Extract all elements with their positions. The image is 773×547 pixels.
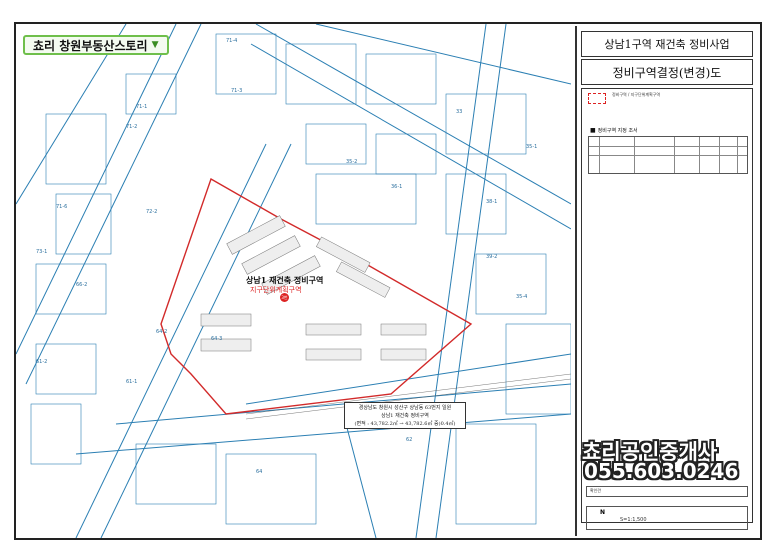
parcel-label: 71-2 — [126, 124, 138, 130]
table-row — [589, 155, 747, 156]
parcel-label: 73-1 — [36, 249, 48, 255]
parcel-label: 64-3 — [211, 336, 223, 342]
project-title: 상남1구역 재건축 정비사업 — [581, 31, 753, 57]
legend-label: 정비구역 / 지구단위계획구역 — [612, 92, 661, 97]
confirm-label: 확인란 — [590, 488, 602, 493]
promo-phone: 055.603.0246 — [584, 459, 739, 483]
table-col — [634, 137, 635, 173]
brand-badge[interactable]: 쵸리 창원부동산스토리 ▼ — [23, 35, 169, 55]
area-callout: 경상남도 창원시 성산구 상남동 63번지 일원 상남1 재건축 정비구역 (면… — [344, 402, 466, 429]
legend-swatch — [588, 93, 606, 104]
parcel-label: 36-1 — [391, 184, 403, 190]
zone-marker: 3번 — [280, 293, 289, 302]
scale-box — [586, 506, 748, 530]
table-col — [699, 137, 700, 173]
parcel-label: 61-1 — [126, 379, 138, 385]
parcel-label: 71-6 — [56, 204, 68, 210]
callout-line-2: 상남1 재건축 정비구역 — [381, 413, 429, 419]
table-col — [719, 137, 720, 173]
parcel-label: 33 — [456, 109, 463, 115]
table-row — [589, 146, 747, 147]
square-bullet-icon: ■ — [590, 127, 596, 134]
north-arrow-icon: N — [600, 509, 606, 516]
confirm-box: 확인란 — [586, 486, 748, 497]
parcel-label: 35-2 — [346, 159, 358, 165]
parcel-label: 71-3 — [231, 88, 243, 94]
section-title-text: 정비구역 지정 조서 — [597, 128, 638, 134]
parcel-label: 35-1 — [526, 144, 538, 150]
parcel-label: 64 — [256, 469, 263, 475]
table-col — [599, 137, 600, 173]
callout-line-1: 경상남도 창원시 성산구 상남동 63번지 일원 — [358, 405, 452, 411]
chevron-down-icon[interactable]: ▼ — [152, 40, 159, 50]
parcel-label: 38-1 — [486, 199, 498, 205]
brand-badge-text: 쵸리 창원부동산스토리 — [33, 38, 148, 53]
parcel-label: 71-4 — [226, 38, 238, 44]
parcel-label: 61-2 — [36, 359, 48, 365]
table-col — [674, 137, 675, 173]
parcel-label: 62 — [406, 437, 413, 443]
table-col — [737, 137, 738, 173]
parcel-label: 64-2 — [156, 329, 168, 335]
parcel-label: 71-1 — [136, 104, 148, 110]
callout-line-3: (면적 : 43,782.2㎡ → 43,782.6㎡ 증)0.4㎡) — [354, 421, 456, 427]
designation-table — [588, 136, 748, 174]
decision-title: 정비구역결정(변경)도 — [581, 59, 753, 85]
parcel-label: 72-2 — [146, 209, 158, 215]
parcel-label: 35-4 — [516, 294, 528, 300]
zone-subtitle: 지구단위계획구역 — [250, 286, 302, 294]
scale-text: S=1:1,500 — [620, 517, 647, 523]
parcel-label: 39-2 — [486, 254, 498, 260]
parcel-label: 66-2 — [76, 282, 88, 288]
section-title: ■ 정비구역 지정 조서 — [590, 127, 638, 134]
